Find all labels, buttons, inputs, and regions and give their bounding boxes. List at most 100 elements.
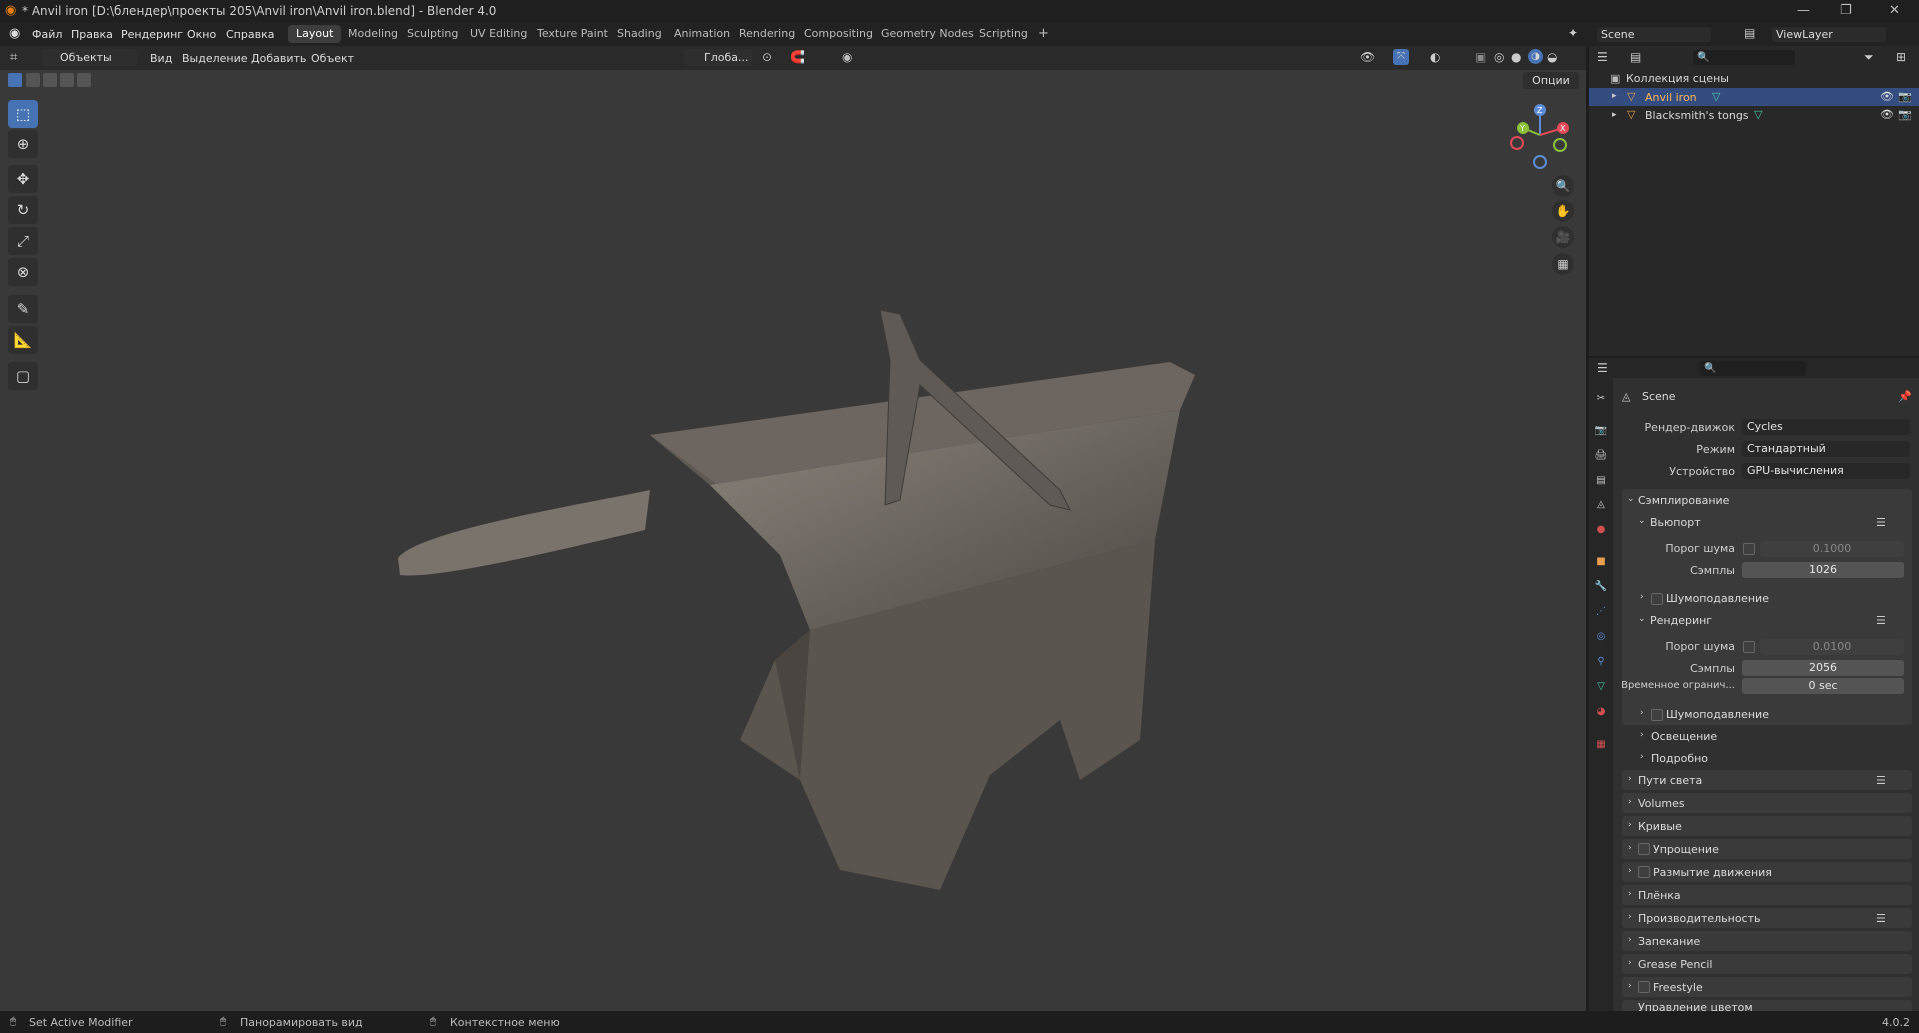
freestyle-checkbox[interactable] [1638, 981, 1650, 993]
menu-window[interactable]: Окно [187, 28, 216, 41]
annotate-tool-icon[interactable]: ✎ [8, 295, 38, 323]
section-simplify[interactable]: Упрощение [1653, 843, 1719, 856]
view-layer-tab-icon[interactable]: ▤ [1594, 474, 1608, 488]
xray-icon[interactable]: ▣ [1475, 50, 1486, 64]
outliner-item-label[interactable]: Blacksmith's tongs [1645, 109, 1749, 122]
viewport-denoise-label[interactable]: Шумоподавление [1666, 592, 1769, 605]
section-volumes[interactable]: Volumes [1638, 797, 1685, 810]
measure-tool-icon[interactable]: 📐 [8, 326, 38, 354]
pan-hand-icon[interactable]: ✋ [1552, 200, 1574, 222]
render-tab-icon[interactable]: 📷 [1594, 424, 1608, 438]
rotate-tool-icon[interactable]: ↻ [8, 196, 38, 224]
material-shading-icon[interactable]: ◑ [1528, 49, 1543, 64]
render-noise-threshold-checkbox[interactable] [1743, 641, 1755, 653]
expand-arrow-icon[interactable]: › [1640, 592, 1644, 602]
gizmo-toggle-icon[interactable]: ⤧ [1393, 49, 1409, 65]
section-bake[interactable]: Запекание [1638, 935, 1700, 948]
select-tool-icon[interactable]: ⬚ [8, 100, 38, 128]
render-engine-dropdown[interactable]: Cycles [1742, 419, 1910, 435]
expand-arrow-icon[interactable]: › [1640, 708, 1644, 718]
filter-icon[interactable]: ⏷ [1864, 50, 1874, 65]
ortho-grid-icon[interactable]: ▦ [1552, 253, 1574, 275]
expand-arrow-icon[interactable]: › [1640, 752, 1644, 762]
tab-layout[interactable]: Layout [288, 25, 342, 43]
advanced-subpanel-header[interactable]: Подробно [1651, 752, 1708, 765]
particles-tab-icon[interactable]: ⋰ [1594, 605, 1608, 619]
section-color-management[interactable]: Управление цветом [1638, 1001, 1753, 1011]
render-camera-icon[interactable]: 📷 [1898, 108, 1912, 121]
presets-list-icon[interactable]: ☰ [1876, 774, 1886, 787]
select-mode-new-icon[interactable] [8, 73, 22, 87]
select-mode-intersect-icon[interactable] [77, 73, 91, 87]
eye-icon[interactable]: 👁 [1880, 108, 1894, 121]
simplify-checkbox[interactable] [1638, 843, 1650, 855]
scale-tool-icon[interactable]: ⤢ [8, 227, 38, 255]
outliner-item-label[interactable]: Anvil iron [1645, 91, 1697, 104]
restore-icon[interactable]: ❐ [1840, 3, 1852, 18]
render-denoise-checkbox[interactable] [1651, 709, 1663, 721]
overlay-icon[interactable]: ◐ [1430, 50, 1440, 64]
view-layer-icon[interactable]: ▤ [1744, 26, 1755, 40]
physics-tab-icon[interactable]: ◎ [1594, 630, 1608, 644]
properties-editor-icon[interactable]: ☰ [1597, 361, 1608, 375]
expand-arrow-icon[interactable]: › [1628, 843, 1632, 853]
visibility-icon[interactable]: 👁 [1360, 50, 1375, 64]
tab-modeling[interactable]: Modeling [340, 25, 406, 43]
section-motion-blur[interactable]: Размытие движения [1653, 866, 1772, 879]
tab-animation[interactable]: Animation [666, 25, 738, 43]
options-dropdown[interactable]: Опции [1523, 72, 1579, 89]
constraints-tab-icon[interactable]: ⚲ [1594, 655, 1608, 669]
motion-blur-checkbox[interactable] [1638, 866, 1650, 878]
sampling-header[interactable]: Сэмплирование [1638, 494, 1729, 507]
snap-icon[interactable]: 🧲 [790, 50, 805, 64]
tab-geometry-nodes[interactable]: Geometry Nodes [873, 25, 982, 43]
section-light-paths[interactable]: Пути света [1638, 774, 1702, 787]
viewport-noise-threshold-field[interactable]: 0.1000 [1760, 541, 1904, 557]
add-workspace-icon[interactable]: + [1030, 25, 1057, 43]
tab-sculpting[interactable]: Sculpting [399, 25, 466, 43]
transform-tool-icon[interactable]: ⊗ [8, 258, 38, 286]
time-limit-field[interactable]: 0 sec [1742, 678, 1904, 694]
move-tool-icon[interactable]: ✥ [8, 165, 38, 193]
render-noise-threshold-field[interactable]: 0.0100 [1760, 639, 1904, 655]
scene-tab-icon[interactable]: ◬ [1594, 498, 1608, 512]
section-film[interactable]: Плёнка [1638, 889, 1681, 902]
select-mode-invert-icon[interactable] [60, 73, 74, 87]
close-icon[interactable]: ✕ [1889, 3, 1900, 18]
view-layer-selector[interactable]: ViewLayer [1772, 27, 1886, 42]
display-mode-icon[interactable]: ▤ [1630, 50, 1641, 64]
expand-arrow-icon[interactable]: › [1628, 774, 1632, 784]
expand-arrow-icon[interactable]: › [1640, 730, 1644, 740]
render-camera-icon[interactable]: 📷 [1898, 90, 1912, 103]
material-tab-icon[interactable]: ◕ [1594, 705, 1608, 719]
rendered-shading-icon[interactable]: ◒ [1547, 50, 1557, 64]
tab-rendering[interactable]: Rendering [731, 25, 803, 43]
render-subpanel-header[interactable]: Рендеринг [1650, 614, 1712, 627]
device-dropdown[interactable]: GPU-вычисления [1742, 463, 1910, 479]
add-cube-tool-icon[interactable]: ▢ [8, 362, 38, 390]
modifier-tab-icon[interactable]: 🔧 [1594, 580, 1608, 594]
section-performance[interactable]: Производительность [1638, 912, 1761, 925]
menu-render[interactable]: Рендеринг [121, 28, 183, 41]
expand-arrow-icon[interactable]: ▸ [1612, 91, 1617, 101]
select-mode-extend-icon[interactable] [26, 73, 40, 87]
scene-icon[interactable]: ✦ [1568, 26, 1578, 40]
tab-uv-editing[interactable]: UV Editing [462, 25, 535, 43]
data-tab-icon[interactable]: ▽ [1594, 680, 1608, 694]
viewport-noise-threshold-checkbox[interactable] [1743, 543, 1755, 555]
wireframe-shading-icon[interactable]: ◎ [1494, 50, 1504, 64]
viewport-subpanel-header[interactable]: Вьюпорт [1650, 516, 1701, 529]
viewport-samples-field[interactable]: 1026 [1742, 562, 1904, 578]
tab-shading[interactable]: Shading [609, 25, 670, 43]
texture-tab-icon[interactable]: ▦ [1594, 738, 1608, 752]
outliner-row-anvil-iron[interactable] [1589, 88, 1919, 106]
expand-arrow-icon[interactable]: › [1628, 866, 1632, 876]
menu-add[interactable]: Добавить [251, 52, 306, 65]
presets-list-icon[interactable]: ☰ [1876, 912, 1886, 925]
presets-list-icon[interactable]: ☰ [1876, 614, 1886, 627]
menu-view[interactable]: Вид [150, 52, 172, 65]
tab-texture-paint[interactable]: Texture Paint [529, 25, 616, 43]
lights-subpanel-header[interactable]: Освещение [1651, 730, 1717, 743]
solid-shading-icon[interactable]: ● [1511, 50, 1521, 64]
expand-arrow-icon[interactable]: › [1628, 889, 1632, 899]
